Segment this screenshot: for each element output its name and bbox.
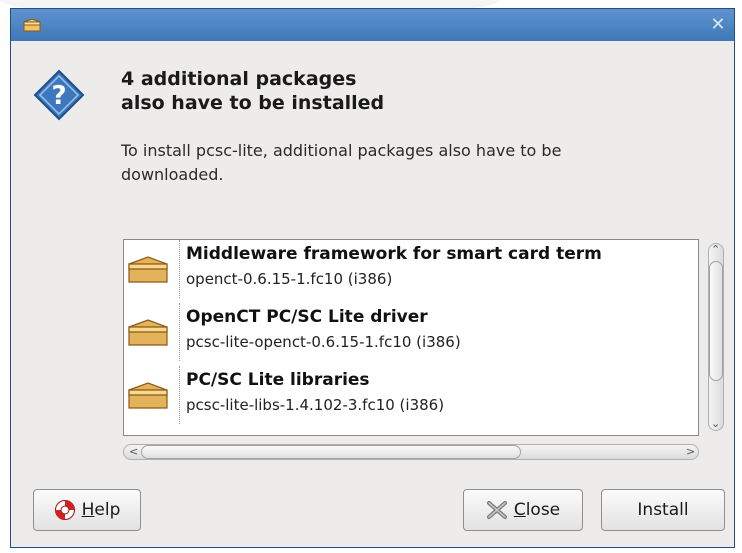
description-line-1: To install pcsc-lite, additional package… <box>121 141 562 160</box>
help-button[interactable]: Help <box>33 489 141 531</box>
horizontal-scrollbar[interactable]: < > <box>123 442 699 462</box>
close-icon[interactable]: ✕ <box>702 9 734 41</box>
help-label: elp <box>94 500 121 520</box>
vertical-scrollbar[interactable]: ⌃ ⌄ <box>706 239 726 436</box>
horizontal-scroll-thumb[interactable] <box>141 445 521 459</box>
close-button[interactable]: Close <box>463 489 583 531</box>
package-version: openct-0.6.15-1.fc10 (i386) <box>186 270 393 288</box>
heading-line-1: 4 additional packages <box>121 68 357 90</box>
package-icon <box>128 382 168 409</box>
package-summary: Middleware framework for smart card term <box>186 244 602 264</box>
scroll-down-icon[interactable]: ⌄ <box>711 417 720 430</box>
package-summary: OpenCT PC/SC Lite driver <box>186 307 428 327</box>
description-line-2: downloaded. <box>121 165 224 184</box>
question-icon: ? <box>33 69 85 121</box>
close-label: lose <box>525 500 561 520</box>
list-item[interactable]: Middleware framework for smart card term… <box>124 240 698 298</box>
dialog-description: To install pcsc-lite, additional package… <box>121 139 681 187</box>
package-icon <box>128 256 168 283</box>
dialog-window: ✕ ? 4 additional packages also have to b… <box>10 8 735 548</box>
package-list[interactable]: Middleware framework for smart card term… <box>123 239 699 436</box>
lifebuoy-icon <box>54 500 75 520</box>
dialog-heading: 4 additional packages also have to be in… <box>121 67 681 115</box>
vertical-scroll-thumb[interactable] <box>709 261 723 381</box>
package-summary: PC/SC Lite libraries <box>186 370 370 390</box>
package-version: pcsc-lite-libs-1.4.102-3.fc10 (i386) <box>186 396 445 414</box>
scroll-right-icon[interactable]: > <box>686 445 695 458</box>
svg-text:?: ? <box>51 81 66 111</box>
heading-line-2: also have to be installed <box>121 92 385 114</box>
list-item[interactable]: OpenCT PC/SC Lite driver pcsc-lite-openc… <box>124 303 698 361</box>
close-mnemonic: C <box>513 500 526 520</box>
scroll-left-icon[interactable]: < <box>129 445 138 458</box>
package-icon <box>128 319 168 346</box>
package-version: pcsc-lite-openct-0.6.15-1.fc10 (i386) <box>186 333 461 351</box>
scroll-up-icon[interactable]: ⌃ <box>711 243 720 256</box>
install-label: Install <box>637 500 689 520</box>
titlebar[interactable]: ✕ <box>11 9 734 41</box>
close-x-icon <box>486 501 507 519</box>
help-mnemonic: H <box>81 500 95 520</box>
list-item[interactable]: PC/SC Lite libraries pcsc-lite-libs-1.4.… <box>124 366 698 424</box>
package-icon <box>23 18 41 32</box>
install-button[interactable]: Install <box>601 489 725 531</box>
